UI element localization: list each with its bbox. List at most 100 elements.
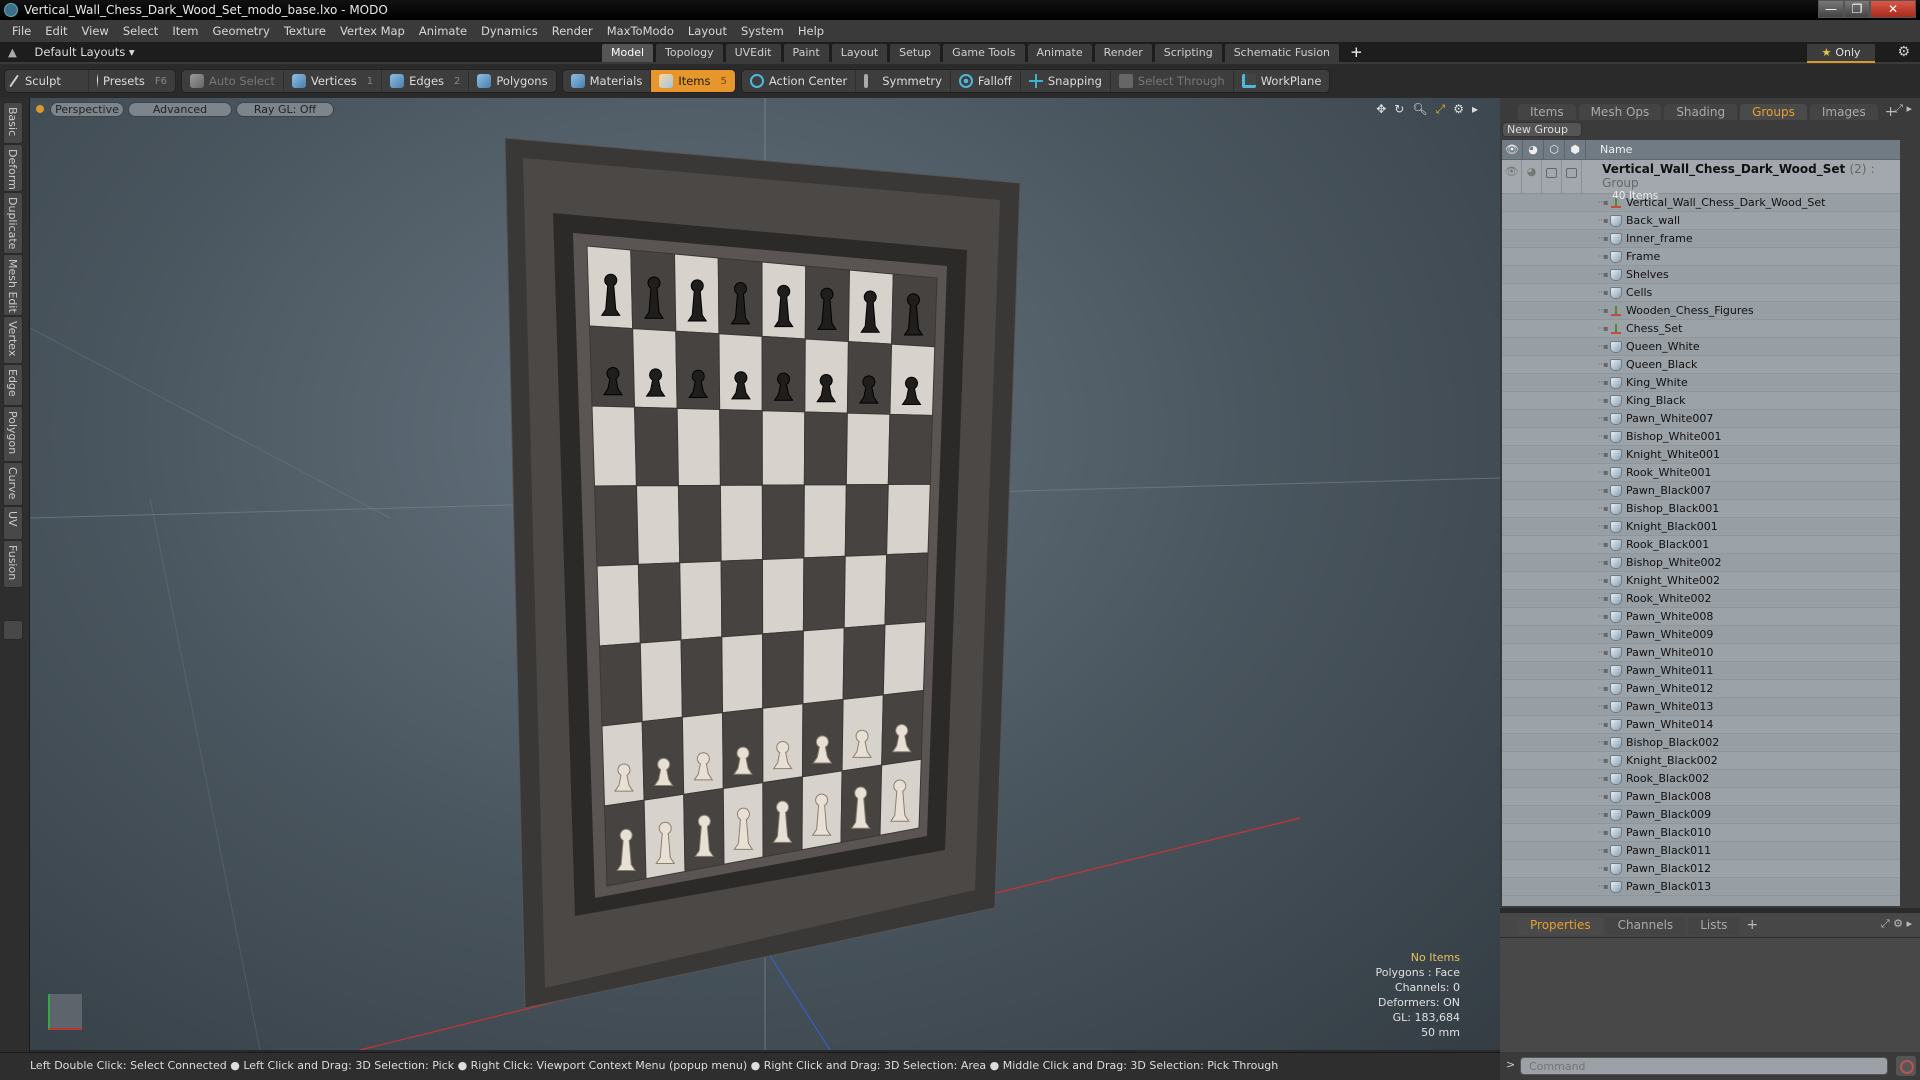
vtab-edge[interactable]: Edge: [3, 364, 23, 406]
tab-uvedit[interactable]: UVEdit: [725, 44, 781, 62]
tab-channels[interactable]: Channels: [1605, 917, 1686, 935]
vtab-mesh-edit[interactable]: Mesh Edit: [3, 254, 23, 316]
list-item[interactable]: ··▪ Pawn_Black009: [1502, 806, 1900, 824]
list-item[interactable]: ··▪ Pawn_White012: [1502, 680, 1900, 698]
list-item[interactable]: ··▪ Bishop_White002: [1502, 554, 1900, 572]
snapping-button[interactable]: Snapping: [1021, 70, 1111, 92]
tab-game-tools[interactable]: Game Tools: [943, 44, 1025, 62]
collapse-up-icon[interactable]: ▲: [8, 45, 17, 59]
tab-items[interactable]: Items: [1518, 104, 1576, 120]
menu-edit[interactable]: Edit: [45, 24, 67, 38]
properties-options-icon[interactable]: ⤢ ⚙ ▸: [1881, 917, 1912, 931]
select-through-button[interactable]: Select Through: [1111, 70, 1234, 92]
select-toggle[interactable]: [1562, 160, 1583, 194]
menu-item[interactable]: Item: [172, 24, 198, 38]
list-item[interactable]: ··▪ Pawn_White009: [1502, 626, 1900, 644]
vtab-duplicate[interactable]: Duplicate: [3, 192, 23, 254]
only-button[interactable]: ★ Only: [1807, 44, 1875, 63]
vtab-uv[interactable]: UV: [3, 506, 23, 540]
vtab-basic[interactable]: Basic: [3, 102, 23, 144]
menu-render[interactable]: Render: [552, 24, 593, 38]
menu-layout[interactable]: Layout: [688, 24, 727, 38]
list-item[interactable]: ··▪ Cells: [1502, 284, 1900, 302]
tab-model[interactable]: Model: [602, 44, 654, 62]
name-column-header[interactable]: Name: [1586, 143, 1632, 156]
visibility-toggle[interactable]: 👁︎: [1502, 160, 1523, 194]
vtab-polygon[interactable]: Polygon: [3, 406, 23, 462]
visibility-header-icon[interactable]: 👁︎: [1502, 140, 1523, 160]
list-scrollbar[interactable]: [1906, 140, 1920, 906]
vertices-button[interactable]: Vertices 1: [284, 70, 383, 92]
menu-dynamics[interactable]: Dynamics: [481, 24, 538, 38]
edges-button[interactable]: Edges 2: [382, 70, 470, 92]
list-item[interactable]: ··▪ Rook_White001: [1502, 464, 1900, 482]
new-group-button[interactable]: New Group: [1502, 122, 1582, 137]
list-item[interactable]: ··▪ Bishop_Black002: [1502, 734, 1900, 752]
list-item[interactable]: ··▪ Knight_White002: [1502, 572, 1900, 590]
list-item[interactable]: ··▪ Pawn_Black010: [1502, 824, 1900, 842]
list-item[interactable]: ··▪ Frame: [1502, 248, 1900, 266]
vtab-fusion[interactable]: Fusion: [3, 540, 23, 588]
tab-mesh-ops[interactable]: Mesh Ops: [1578, 104, 1662, 120]
menu-vertex-map[interactable]: Vertex Map: [340, 24, 405, 38]
falloff-button[interactable]: Falloff: [951, 70, 1021, 92]
presets-button[interactable]: Presets F6: [89, 70, 175, 92]
zoom-icon[interactable]: 🔍︎: [1412, 102, 1427, 117]
list-item[interactable]: ··▪ Pawn_White014: [1502, 716, 1900, 734]
auto-select-button[interactable]: Auto Select: [182, 70, 284, 92]
materials-button[interactable]: Materials: [563, 70, 652, 92]
viewport-options-icon[interactable]: [36, 105, 44, 113]
command-input[interactable]: [1520, 1057, 1888, 1075]
list-item[interactable]: ··▪ Pawn_White007: [1502, 410, 1900, 428]
tab-groups[interactable]: Groups: [1740, 104, 1807, 120]
vtab-deform[interactable]: Deform: [3, 144, 23, 192]
menu-file[interactable]: File: [12, 24, 31, 38]
render-header-icon[interactable]: ◕: [1523, 140, 1544, 160]
tab-topology[interactable]: Topology: [656, 44, 723, 62]
tab-paint[interactable]: Paint: [783, 44, 829, 62]
menu-view[interactable]: View: [82, 24, 109, 38]
list-item[interactable]: ··▪ Shelves: [1502, 266, 1900, 284]
expand-arrow-icon[interactable]: ▸: [1472, 102, 1478, 117]
layout-selector[interactable]: ▲ Default Layouts ▾: [8, 45, 135, 59]
sculpt-button[interactable]: Sculpt: [5, 70, 89, 92]
raygl-dropdown[interactable]: Ray GL: Off: [236, 101, 334, 117]
add-tab-icon[interactable]: +: [1746, 917, 1758, 935]
tab-shading[interactable]: Shading: [1664, 104, 1738, 120]
viewport-gear-icon[interactable]: ⚙: [1453, 102, 1464, 117]
tab-layout[interactable]: Layout: [831, 44, 888, 62]
list-item[interactable]: ··▪ Knight_Black002: [1502, 752, 1900, 770]
gear-icon[interactable]: ⚙: [1897, 44, 1910, 60]
list-item[interactable]: ··▪ Queen_White: [1502, 338, 1900, 356]
tab-lists[interactable]: Lists: [1688, 917, 1740, 935]
list-item[interactable]: ··▪ King_White: [1502, 374, 1900, 392]
tab-images[interactable]: Images: [1809, 104, 1878, 120]
list-item[interactable]: ··▪ Pawn_White008: [1502, 608, 1900, 626]
group-row[interactable]: 👁︎ ◕ Vertical_Wall_Chess_Dark_Wood_Set (…: [1502, 160, 1900, 202]
list-item[interactable]: ··▪ Knight_Black001: [1502, 518, 1900, 536]
menu-system[interactable]: System: [741, 24, 784, 38]
tab-setup[interactable]: Setup: [890, 44, 941, 62]
menu-maxtomodo[interactable]: MaxToModo: [607, 24, 674, 38]
tab-schematic-fusion[interactable]: Schematic Fusion: [1224, 44, 1340, 62]
view-mode-dropdown[interactable]: Perspective: [50, 101, 124, 117]
polygons-button[interactable]: Polygons: [469, 70, 555, 92]
list-item[interactable]: ··▪ Vertical_Wall_Chess_Dark_Wood_Set: [1502, 194, 1900, 212]
3d-viewport[interactable]: Perspective Advanced Ray GL: Off ✥ ↻ 🔍︎ …: [30, 98, 1500, 1050]
workplane-button[interactable]: WorkPlane: [1234, 70, 1330, 92]
action-center-button[interactable]: Action Center: [742, 70, 857, 92]
list-item[interactable]: ··▪ Pawn_White010: [1502, 644, 1900, 662]
list-item[interactable]: ··▪ Pawn_White011: [1502, 662, 1900, 680]
list-item[interactable]: ··▪ Back_wall: [1502, 212, 1900, 230]
menu-texture[interactable]: Texture: [284, 24, 326, 38]
vtab-curve[interactable]: Curve: [3, 462, 23, 506]
menu-geometry[interactable]: Geometry: [213, 24, 270, 38]
vtab-collapse[interactable]: [3, 620, 23, 640]
add-tab-icon[interactable]: +: [1350, 44, 1363, 62]
list-item[interactable]: ··▪ Pawn_Black008: [1502, 788, 1900, 806]
tab-render[interactable]: Render: [1094, 44, 1152, 62]
maximize-icon[interactable]: ⤢: [1436, 102, 1446, 117]
render-toggle[interactable]: ◕: [1522, 160, 1543, 194]
rotate-icon[interactable]: ↻: [1394, 102, 1404, 117]
list-item[interactable]: ··▪ Wooden_Chess_Figures: [1502, 302, 1900, 320]
